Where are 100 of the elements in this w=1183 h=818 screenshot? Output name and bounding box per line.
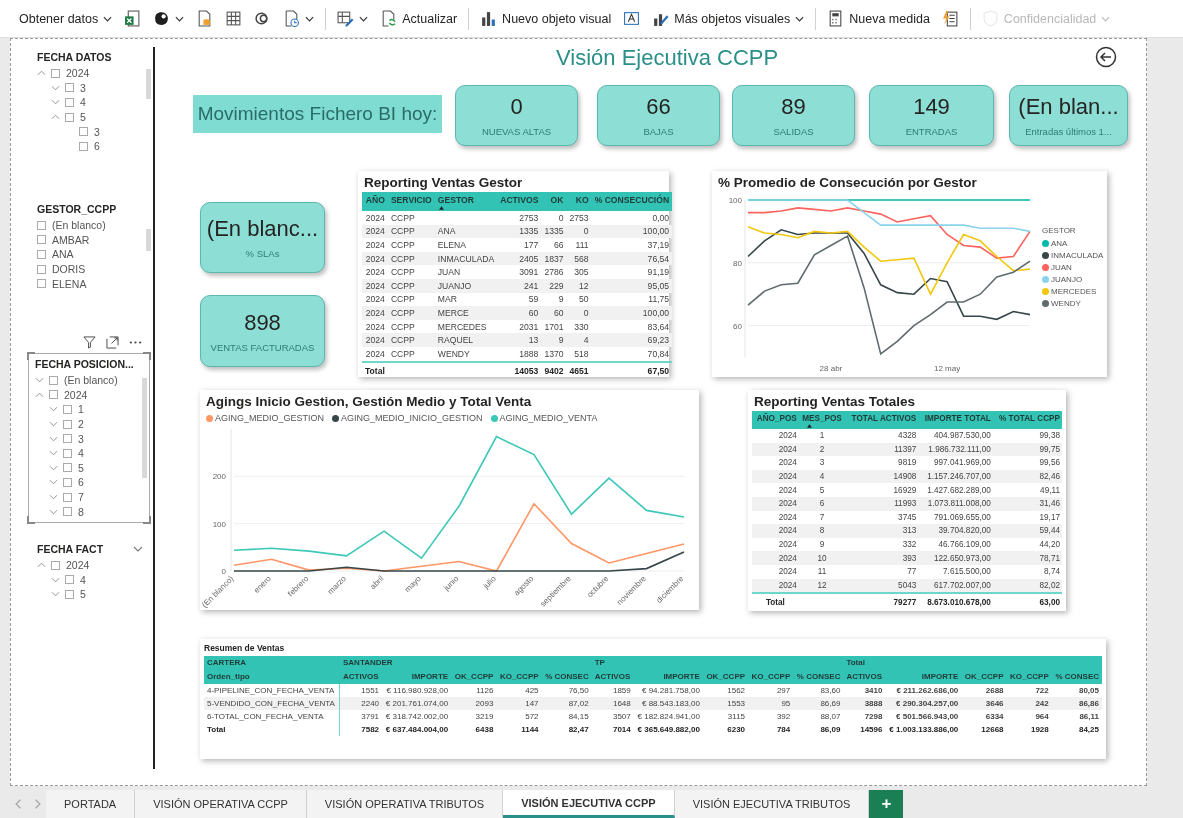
checkbox[interactable] [63,477,72,487]
expand-caret-icon[interactable] [49,450,58,457]
scrollbar[interactable] [142,378,147,478]
expand-caret-icon[interactable] [49,494,58,501]
expand-caret-icon[interactable] [51,84,60,91]
slicer-item[interactable]: (En blanco) [52,219,106,232]
column-header[interactable]: AÑO [362,192,388,211]
scrollbar[interactable] [146,229,151,251]
column-header[interactable]: IMPORTE [885,670,962,684]
slicer-item[interactable]: 1 [78,403,84,416]
checkbox[interactable] [37,250,46,259]
checkbox[interactable] [37,264,46,274]
expand-caret-icon[interactable] [49,435,58,442]
checkbox[interactable] [37,220,46,230]
slicer-item[interactable]: 3 [78,432,84,445]
checkbox[interactable] [63,507,72,517]
checkbox[interactable] [79,127,88,137]
column-header[interactable]: SANTANDER [340,656,592,670]
checkbox[interactable] [63,405,72,414]
slicer-item[interactable]: 5 [80,111,86,124]
expand-caret-icon[interactable] [37,562,46,569]
checkbox[interactable] [65,112,74,122]
column-header[interactable]: OK_CCPP [961,670,1007,684]
column-header[interactable]: % CONSECUCIÓN [591,192,673,211]
expand-caret-icon[interactable] [51,576,60,583]
expand-caret-icon[interactable] [51,114,60,121]
slicer-item[interactable]: 4 [80,573,86,586]
column-header[interactable]: KO_CCPP [496,670,542,684]
column-header[interactable]: GESTOR [434,192,498,211]
column-header[interactable]: Orden_tipo [204,670,340,684]
column-header[interactable]: AÑO_POS [752,411,799,429]
checkbox[interactable] [49,375,58,385]
column-header[interactable]: IMPORTE [633,670,703,684]
page-tab[interactable]: PORTADA [46,790,136,818]
toolbar-button[interactable]: Actualizar [375,7,463,30]
column-header[interactable]: IMPORTE TOTAL [918,411,993,429]
column-header[interactable]: TP [591,656,844,670]
expand-caret-icon[interactable] [51,99,60,106]
slicer-item[interactable]: 2024 [66,559,90,572]
column-header[interactable]: OK [541,192,567,211]
filter-icon[interactable] [83,336,96,349]
checkbox[interactable] [37,235,46,245]
slicer-item[interactable]: 8 [78,505,84,518]
slicer-item[interactable]: 4 [80,96,86,109]
chevron-icon[interactable] [133,546,143,552]
slicer-item[interactable]: ELENA [52,277,87,290]
expand-caret-icon[interactable] [49,421,58,428]
column-header[interactable]: Total [843,656,1102,670]
expand-caret-icon[interactable] [49,479,58,486]
column-header[interactable]: % TOTAL CCPP [992,411,1062,429]
column-header[interactable]: KO [566,192,592,211]
checkbox[interactable] [49,390,58,400]
expand-caret-icon[interactable] [49,406,58,413]
expand-caret-icon[interactable] [35,377,44,384]
slicer-item[interactable]: ANA [52,248,74,261]
toolbar-button[interactable]: Más objetos visuales [647,7,810,30]
checkbox[interactable] [51,68,60,78]
column-header[interactable]: IMPORTE [382,670,452,684]
expand-caret-icon[interactable] [49,464,58,471]
slicer-item[interactable]: 4 [78,447,84,460]
expand-caret-icon[interactable] [51,591,60,598]
slicer-item[interactable]: 3 [80,81,86,94]
page-tab[interactable]: VISIÓN EJECUTIVA TRIBUTOS [674,790,870,818]
focus-mode-icon[interactable] [106,336,119,349]
scrollbar[interactable] [146,69,151,99]
column-header[interactable]: % CONSEC [793,670,844,684]
page-tab[interactable]: VISIÓN OPERATIVA CCPP [135,790,307,818]
column-header[interactable]: KO_CCPP [748,670,794,684]
slicer-item[interactable]: DORIS [52,263,86,276]
checkbox[interactable] [79,141,88,151]
slicer-item[interactable]: 5 [80,588,86,601]
checkbox[interactable] [63,434,72,444]
checkbox[interactable] [51,560,60,570]
checkbox[interactable] [65,98,74,107]
toolbar-button[interactable]: Obtener datos [14,8,118,29]
slicer-item[interactable]: 5 [78,461,84,474]
checkbox[interactable] [65,83,74,93]
column-header[interactable]: OK_CCPP [451,670,497,684]
slicer-item[interactable]: 2024 [64,388,88,401]
column-header[interactable]: ACTIVOS [591,670,634,684]
checkbox[interactable] [37,279,46,289]
checkbox[interactable] [63,463,72,473]
expand-caret-icon[interactable] [35,391,44,398]
column-header[interactable]: ACTIVOS [340,670,383,684]
slicer-item[interactable]: 7 [78,491,84,504]
checkbox[interactable] [65,590,74,599]
checkbox[interactable] [63,419,72,429]
slicer-item[interactable]: 6 [78,476,84,489]
expand-caret-icon[interactable] [49,508,58,515]
column-header[interactable]: OK_CCPP [702,670,749,684]
column-header[interactable]: TOTAL ACTIVOS [845,411,919,429]
slicer-item[interactable]: 2024 [66,67,90,80]
column-header[interactable]: % CONSEC [1051,670,1102,684]
column-header[interactable]: ACTIVOS [843,670,886,684]
checkbox[interactable] [63,448,72,458]
slicer-item[interactable]: 3 [94,125,100,138]
toolbar-button[interactable]: Nuevo objeto visual [475,7,617,30]
page-tab[interactable]: VISIÓN EJECUTIVA CCPP [503,790,675,818]
add-page-button[interactable]: + [869,790,904,818]
column-header[interactable]: % CONSEC [541,670,592,684]
